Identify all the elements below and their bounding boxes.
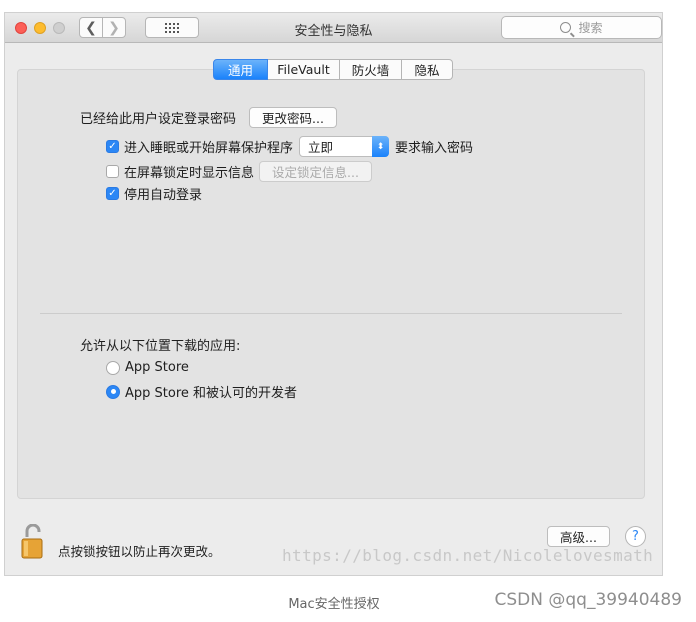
show-message-row: 在屏幕锁定时显示信息 设定锁定信息... (106, 161, 372, 182)
help-button[interactable]: ? (625, 526, 646, 547)
radio-app-store-identified[interactable] (106, 384, 120, 399)
download-heading: 允许从以下位置下载的应用: (80, 339, 241, 354)
autologin-row: ✓ 停用自动登录 (106, 184, 202, 203)
download-heading-row: 允许从以下位置下载的应用: (80, 335, 240, 354)
radio-identified-label: App Store 和被认可的开发者 (125, 386, 298, 401)
radio-identified-row[interactable]: App Store 和被认可的开发者 (106, 382, 297, 401)
change-password-button[interactable]: 更改密码... (249, 107, 337, 128)
disable-autologin-label: 停用自动登录 (124, 188, 203, 203)
password-set-label: 已经给此用户设定登录密码 (80, 112, 237, 127)
lock-icon[interactable] (21, 524, 48, 560)
require-password-suffix: 要求输入密码 (395, 141, 474, 156)
watermark: https://blog.csdn.net/Nicolelovesmath (282, 546, 654, 565)
advanced-button[interactable]: 高级... (547, 526, 610, 547)
disable-autologin-checkbox[interactable]: ✓ (106, 187, 119, 200)
search-icon (560, 22, 572, 33)
csdn-credit: CSDN @qq_39940489 (494, 590, 682, 610)
section-divider (40, 313, 622, 314)
show-message-label: 在屏幕锁定时显示信息 (124, 166, 255, 181)
tab-privacy[interactable]: 隐私 (402, 59, 453, 80)
radio-app-store-label: App Store (125, 360, 189, 375)
general-panel: 已经给此用户设定登录密码 更改密码... ✓ 进入睡眠或开始屏幕保护程序 立即 … (17, 69, 645, 499)
password-row: 已经给此用户设定登录密码 更改密码... (80, 107, 337, 128)
updown-chevron-icon: ⬍ (372, 136, 390, 157)
show-message-checkbox[interactable] (106, 165, 119, 178)
require-password-checkbox[interactable]: ✓ (106, 140, 119, 153)
lock-hint-text: 点按锁按钮以防止再次更改。 (58, 544, 221, 559)
title-bar: ❮ ❯ 安全性与隐私 搜索 (5, 13, 662, 43)
require-password-delay-select[interactable]: 立即 ⬍ (299, 136, 390, 157)
delay-select-value: 立即 (308, 140, 334, 155)
search-placeholder: 搜索 (578, 21, 603, 35)
tab-firewall[interactable]: 防火墙 (340, 59, 402, 80)
tab-general[interactable]: 通用 (213, 59, 268, 80)
tab-filevault[interactable]: FileVault (268, 59, 340, 80)
require-password-label: 进入睡眠或开始屏幕保护程序 (124, 141, 294, 156)
search-input[interactable]: 搜索 (501, 16, 662, 39)
tab-bar: 通用 FileVault 防火墙 隐私 (213, 59, 453, 80)
require-password-row: ✓ 进入睡眠或开始屏幕保护程序 立即 ⬍ 要求输入密码 (106, 136, 473, 157)
set-lock-message-button[interactable]: 设定锁定信息... (259, 161, 372, 182)
radio-app-store-row[interactable]: App Store (106, 360, 189, 375)
radio-app-store[interactable] (106, 360, 120, 375)
